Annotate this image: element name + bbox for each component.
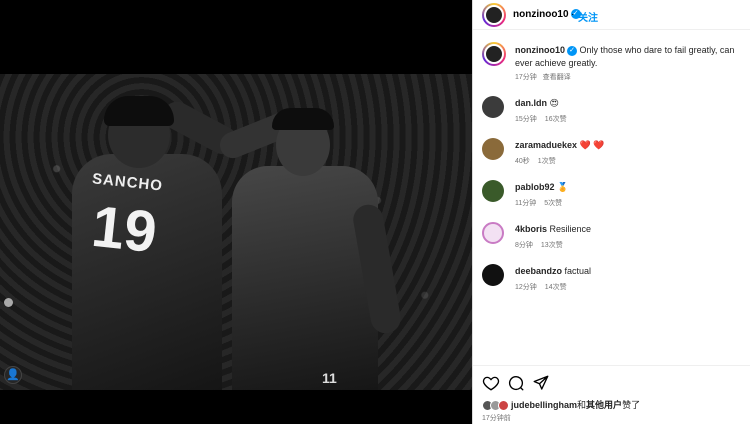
post-viewer: SANCHO 19 11 👤 nonzinoo10 ✓ · 关注 nonzinoo… <box>0 0 750 424</box>
heart-icon[interactable] <box>482 374 500 392</box>
comment-text: 🏅 <box>557 182 569 192</box>
liked-by-connector: 和 <box>577 400 587 410</box>
comment-item: deebandzo factual 12分钟 14次赞 <box>482 264 750 298</box>
jersey-number: 19 <box>88 193 160 266</box>
comment-username[interactable]: deebandzo <box>515 266 562 276</box>
player-1-hair <box>104 96 174 126</box>
comment-likes[interactable]: 5次赞 <box>544 200 562 207</box>
comment-username[interactable]: pablob92 <box>515 182 555 192</box>
player-2-body <box>232 166 378 390</box>
comment-time: 11分钟 <box>515 200 537 207</box>
liker-avatar <box>498 400 509 412</box>
action-bar <box>473 365 750 395</box>
comment-time: 12分钟 <box>515 284 537 291</box>
comment-icon[interactable] <box>507 374 525 392</box>
comment-item: 4kboris Resilience 8分钟 13次赞 <box>482 222 750 256</box>
comment-likes[interactable]: 13次赞 <box>541 242 563 249</box>
follow-button[interactable]: 关注 <box>578 9 598 24</box>
comment-text: Resilience <box>549 224 592 234</box>
verified-badge-icon: ✓ <box>567 45 577 56</box>
liked-by: judebellingham和其他用户赞了 <box>482 398 641 412</box>
comment-text: ❤️ ❤️ <box>579 140 605 150</box>
liked-by-user[interactable]: judebellingham <box>511 400 577 410</box>
comment-item: dan.ldn 😍 15分钟 16次赞 <box>482 96 750 130</box>
tagged-users-icon[interactable]: 👤 <box>4 366 22 384</box>
comment-item: pablob92 🏅 11分钟 5次赞 <box>482 180 750 214</box>
commenter-avatar[interactable] <box>482 180 504 202</box>
translate-link[interactable]: 查看翻译 <box>543 74 571 81</box>
caption-username[interactable]: nonzinoo10 <box>515 45 565 55</box>
carousel-dot[interactable] <box>4 298 13 307</box>
post-header: nonzinoo10 ✓ · 关注 <box>473 0 750 30</box>
comment-likes[interactable]: 1次赞 <box>538 158 556 165</box>
comment-username[interactable]: 4kboris <box>515 224 547 234</box>
commenter-avatar[interactable] <box>482 96 504 118</box>
comment-time: 15分钟 <box>515 116 537 123</box>
liked-by-suffix: 赞了 <box>622 400 641 410</box>
sidebar-panel: nonzinoo10 ✓ · 关注 nonzinoo10 ✓ Only those … <box>472 0 750 424</box>
commenter-avatar[interactable] <box>482 222 504 244</box>
comment-likes[interactable]: 16次赞 <box>545 116 567 123</box>
share-icon[interactable] <box>532 374 550 392</box>
comment-item: zaramaduekex ❤️ ❤️ 40秒 1次赞 <box>482 138 750 172</box>
caption-meta: 17分钟 查看翻译 <box>515 72 571 82</box>
comment-text: 😍 <box>549 98 559 108</box>
comment-username[interactable]: dan.ldn <box>515 98 547 108</box>
author-avatar[interactable] <box>482 3 506 27</box>
commenter-avatar[interactable] <box>482 138 504 160</box>
caption-time: 17分钟 <box>515 74 537 81</box>
separator-dot: · <box>571 9 575 20</box>
player-2-hair <box>272 108 334 130</box>
comment-likes[interactable]: 14次赞 <box>545 284 567 291</box>
post-time: 17分钟前 <box>482 415 511 422</box>
comment-time: 40秒 <box>515 158 530 165</box>
media-panel: SANCHO 19 11 👤 <box>0 0 472 424</box>
comment-username[interactable]: zaramaduekex <box>515 140 577 150</box>
comment-time: 8分钟 <box>515 242 533 249</box>
liked-by-others[interactable]: 其他用户 <box>586 400 622 410</box>
caption: nonzinoo10 ✓ Only those who dare to fail … <box>515 44 749 70</box>
post-photo[interactable]: SANCHO 19 11 <box>0 74 472 390</box>
commenter-avatar[interactable] <box>482 264 504 286</box>
comment-text: factual <box>564 266 592 276</box>
caption-avatar[interactable] <box>482 42 506 66</box>
jersey-number-2: 11 <box>322 370 337 386</box>
